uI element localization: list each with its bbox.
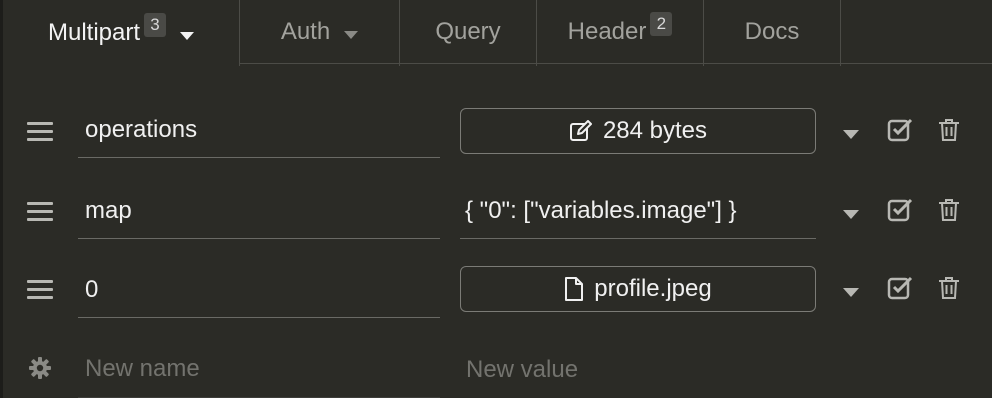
param-row-file: 0 profile.jpeg bbox=[0, 248, 992, 328]
gear-icon[interactable] bbox=[29, 357, 51, 384]
new-name-input[interactable]: New name bbox=[78, 341, 440, 398]
param-name-field[interactable]: 0 bbox=[78, 262, 440, 318]
tab-bar-filler bbox=[841, 0, 992, 64]
choose-file-button[interactable]: profile.jpeg bbox=[460, 266, 816, 312]
chevron-down-icon[interactable] bbox=[843, 126, 859, 144]
param-row-map: map { "0": ["variables.image"] } bbox=[0, 170, 992, 250]
chevron-down-icon[interactable] bbox=[344, 18, 359, 46]
count-badge: 2 bbox=[650, 11, 673, 36]
param-value-text: { "0": ["variables.image"] } bbox=[465, 196, 737, 224]
tab-multipart[interactable]: Multipart 3 bbox=[3, 0, 239, 66]
drag-handle-icon[interactable] bbox=[27, 122, 53, 142]
tab-query[interactable]: Query bbox=[400, 0, 536, 64]
tab-auth[interactable]: Auth bbox=[240, 0, 399, 64]
tab-label: Auth bbox=[280, 17, 331, 45]
edit-icon bbox=[569, 120, 592, 141]
param-value-field[interactable]: { "0": ["variables.image"] } bbox=[460, 183, 816, 239]
chevron-down-icon[interactable] bbox=[180, 19, 195, 47]
chevron-down-icon[interactable] bbox=[843, 206, 859, 224]
tab-label: Header bbox=[567, 17, 647, 45]
tab-docs[interactable]: Docs bbox=[704, 0, 840, 64]
trash-icon[interactable] bbox=[938, 198, 960, 227]
checkbox-checked-icon[interactable] bbox=[887, 118, 913, 147]
tab-bar: Multipart 3 Auth Query Header 2 Docs bbox=[3, 0, 992, 66]
new-value-placeholder: New value bbox=[466, 355, 579, 383]
param-name-value: 0 bbox=[85, 275, 99, 303]
trash-icon[interactable] bbox=[938, 118, 960, 147]
checkbox-checked-icon[interactable] bbox=[887, 276, 913, 305]
tab-label: Docs bbox=[744, 17, 800, 45]
tab-label: Multipart bbox=[47, 19, 141, 46]
param-name-value: map bbox=[85, 196, 132, 224]
tab-header[interactable]: Header 2 bbox=[537, 0, 703, 64]
drag-handle-icon[interactable] bbox=[27, 202, 53, 222]
param-name-value: operations bbox=[85, 115, 198, 143]
chevron-down-icon[interactable] bbox=[843, 284, 859, 302]
trash-icon[interactable] bbox=[938, 276, 960, 305]
file-name-label: profile.jpeg bbox=[594, 275, 712, 302]
param-name-field[interactable]: operations bbox=[78, 102, 440, 158]
file-icon bbox=[565, 277, 584, 301]
count-badge: 3 bbox=[144, 13, 167, 37]
new-value-input[interactable]: New value bbox=[460, 341, 816, 398]
edit-body-button[interactable]: 284 bytes bbox=[460, 108, 816, 154]
checkbox-checked-icon[interactable] bbox=[887, 198, 913, 227]
new-name-placeholder: New name bbox=[85, 355, 200, 382]
param-row-operations: operations 284 bytes bbox=[0, 90, 992, 170]
param-name-field[interactable]: map bbox=[78, 183, 440, 239]
drag-handle-icon[interactable] bbox=[27, 280, 53, 300]
tab-label: Query bbox=[435, 17, 501, 45]
body-size-label: 284 bytes bbox=[602, 117, 708, 144]
